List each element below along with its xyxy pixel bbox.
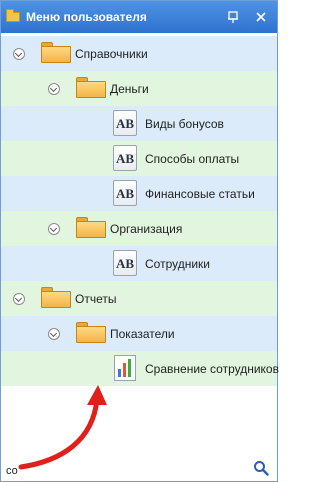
tree-item-vidy-bonusov[interactable]: AB Виды бонусов — [1, 106, 277, 141]
report-icon: AB — [113, 180, 137, 206]
report-icon: AB — [113, 250, 137, 276]
tree-item-sotrudniki[interactable]: AB Сотрудники — [1, 246, 277, 281]
tree-item-label: Виды бонусов — [145, 117, 224, 131]
expand-toggle-icon[interactable] — [48, 223, 60, 235]
tree-item-label: Сотрудники — [145, 257, 210, 271]
pin-button[interactable] — [225, 9, 241, 25]
pin-icon — [228, 11, 238, 23]
user-menu-panel: Меню пользователя Справочники Деньги AB … — [0, 0, 279, 482]
tree-item-label: Справочники — [75, 47, 148, 61]
expand-toggle-icon[interactable] — [13, 293, 25, 305]
search-input[interactable]: со — [6, 465, 18, 477]
panel-titlebar: Меню пользователя — [1, 1, 277, 33]
folder-icon — [76, 77, 106, 98]
close-button[interactable] — [253, 9, 269, 25]
tree-item-label: Финансовые статьи — [145, 187, 255, 201]
expand-toggle-icon[interactable] — [48, 83, 60, 95]
tree-item-label: Организация — [110, 222, 183, 236]
panel-title: Меню пользователя — [26, 10, 147, 24]
folder-icon — [76, 322, 106, 343]
search-icon[interactable] — [253, 460, 269, 476]
tree-item-label: Отчеты — [75, 292, 117, 306]
annotation-arrow — [18, 385, 107, 470]
folder-icon — [41, 287, 71, 308]
expand-toggle-icon[interactable] — [48, 328, 60, 340]
folder-icon — [76, 217, 106, 238]
tree-item-spravochniki[interactable]: Справочники — [1, 36, 277, 71]
folder-icon — [41, 42, 71, 63]
report-icon: AB — [113, 145, 137, 171]
tree-item-label: Сравнение сотрудников — [145, 362, 279, 376]
folder-icon — [6, 9, 20, 22]
tree-item-finansovye-stati[interactable]: AB Финансовые статьи — [1, 176, 277, 211]
tree-item-sposoby-oplaty[interactable]: AB Способы оплаты — [1, 141, 277, 176]
tree-item-pokazateli[interactable]: Показатели — [1, 316, 277, 351]
tree-item-label: Деньги — [110, 82, 149, 96]
tree-item-dengi[interactable]: Деньги — [1, 71, 277, 106]
chart-report-icon — [114, 355, 136, 381]
close-icon — [256, 12, 266, 22]
expand-toggle-icon[interactable] — [13, 48, 25, 60]
tree-item-organizatsiya[interactable]: Организация — [1, 211, 277, 246]
tree-item-label: Способы оплаты — [145, 152, 240, 166]
tree-item-label: Показатели — [110, 327, 175, 341]
report-icon: AB — [113, 110, 137, 136]
tree-item-otchety[interactable]: Отчеты — [1, 281, 277, 316]
